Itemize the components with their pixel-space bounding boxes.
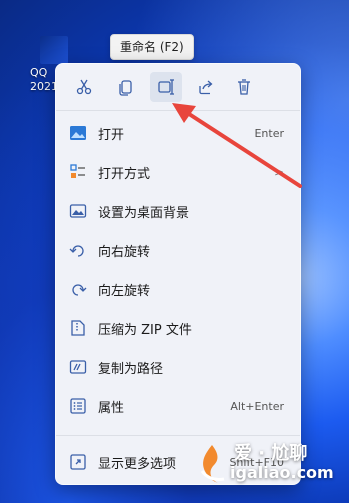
watermark-logo: 爱 · 尬聊 igaliao.com (194, 437, 344, 497)
share-button[interactable] (190, 72, 222, 102)
rotate-left-icon (72, 284, 87, 296)
menu-item-rotate-left[interactable]: 向左旋转 (60, 270, 296, 308)
menu-item-open-with[interactable]: 打开方式 > (60, 153, 296, 191)
menu-item-label: 向左旋转 (98, 283, 151, 299)
context-menu: 打开 Enter 打开方式 > 设置为桌面背景 向右旋转 向左旋转 压缩为 ZI… (55, 63, 301, 485)
menu-item-label: 属性 (98, 400, 125, 416)
watermark-flame-icon (200, 445, 225, 483)
rotate-right-icon (69, 245, 84, 257)
rename-button[interactable] (150, 72, 182, 102)
copy-icon (119, 80, 132, 96)
zip-icon (71, 320, 85, 336)
copy-path-icon (69, 360, 87, 374)
watermark-text: 爱 · 尬聊 (234, 443, 308, 464)
rename-icon (158, 79, 174, 95)
share-icon (199, 80, 213, 95)
submenu-chevron-icon: > (273, 165, 284, 179)
menu-item-label: 压缩为 ZIP 文件 (98, 322, 192, 338)
menu-item-label: 向右旋转 (98, 244, 151, 260)
menu-item-label: 设置为桌面背景 (98, 205, 190, 221)
properties-icon (70, 398, 86, 414)
desktop-file-icon[interactable] (40, 36, 68, 64)
menu-item-label: 显示更多选项 (98, 456, 177, 472)
menu-item-rotate-right[interactable]: 向右旋转 (60, 231, 296, 269)
delete-button[interactable] (228, 72, 260, 102)
menu-item-shortcut: Alt+Enter (230, 399, 284, 413)
toolbar-divider (56, 110, 300, 111)
menu-item-label: 复制为路径 (98, 361, 164, 377)
menu-item-copy-as-path[interactable]: 复制为路径 (60, 348, 296, 386)
copy-button[interactable] (110, 72, 142, 102)
scissors-icon (76, 79, 92, 95)
trash-icon (238, 79, 250, 95)
more-options-icon (70, 454, 86, 470)
menu-item-label: 打开 (98, 127, 125, 143)
context-toolbar (62, 70, 294, 104)
open-with-icon (70, 164, 85, 178)
wallpaper-icon (69, 204, 87, 218)
rename-tooltip: 重命名 (F2) (110, 34, 194, 60)
menu-item-label: 打开方式 (98, 166, 151, 182)
cut-button[interactable] (68, 72, 100, 102)
watermark-url: igaliao.com (230, 463, 334, 482)
menu-divider (56, 435, 300, 436)
menu-item-shortcut: Enter (254, 126, 284, 140)
menu-item-properties[interactable]: 属性 Alt+Enter (60, 387, 296, 425)
menu-item-open[interactable]: 打开 Enter (60, 114, 296, 152)
image-icon (70, 126, 86, 140)
menu-item-compress-zip[interactable]: 压缩为 ZIP 文件 (60, 309, 296, 347)
menu-item-set-wallpaper[interactable]: 设置为桌面背景 (60, 192, 296, 230)
